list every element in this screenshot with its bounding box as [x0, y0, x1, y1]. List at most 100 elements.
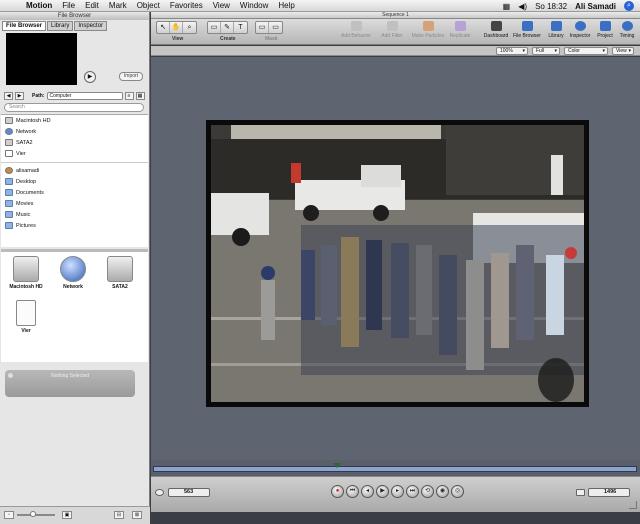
step-back-button[interactable]: ◂ [361, 485, 374, 498]
timing-button[interactable]: Timing [616, 21, 638, 39]
back-button[interactable]: ◀ [4, 92, 13, 100]
path-select[interactable]: Computer [46, 92, 123, 100]
grid-item-sata2[interactable]: SATA2 [97, 254, 143, 296]
zoom-in-button[interactable]: ▣ [62, 511, 72, 519]
preview-play-button[interactable]: ▶ [84, 71, 96, 83]
mask-tool-group: ▭ ▭ [255, 21, 283, 34]
timeline-track-bar[interactable] [153, 466, 637, 472]
forward-button[interactable]: ▶ [15, 92, 24, 100]
menu-help[interactable]: Help [278, 1, 294, 10]
end-frame-icon[interactable] [576, 489, 585, 496]
list-item-desktop[interactable]: Desktop [1, 176, 148, 187]
create-group-label: Create [220, 36, 236, 42]
import-button[interactable]: Import [119, 72, 143, 81]
make-particles-button[interactable]: Make Particles [409, 21, 447, 39]
resize-handle[interactable] [629, 501, 637, 509]
icon-grid: Macintosh HD Network SATA2 Vier [1, 252, 148, 362]
menu-motion[interactable]: Motion [26, 1, 52, 10]
list-item-music[interactable]: Music [1, 209, 148, 220]
timing-clock-icon [621, 21, 633, 31]
view-select[interactable]: View [612, 47, 634, 55]
mute-button[interactable]: ◎ [451, 485, 464, 498]
project-button[interactable]: Project [594, 21, 616, 39]
sequence-title: Sequence 1 [151, 12, 640, 19]
pan-hand-icon[interactable]: ✋ [170, 22, 183, 33]
list-item-pictures[interactable]: Pictures [1, 220, 148, 231]
grid-item-macintosh-hd[interactable]: Macintosh HD [3, 254, 49, 296]
tab-file-browser[interactable]: File Browser [2, 21, 47, 31]
menu-window[interactable]: Window [240, 1, 268, 10]
tab-inspector[interactable]: Inspector [74, 21, 108, 31]
select-arrow-icon[interactable]: ↖ [157, 22, 170, 33]
play-button[interactable]: ▶ [376, 485, 389, 498]
add-filter-button[interactable]: Add Filter [377, 21, 407, 39]
list-item-macintosh-hd[interactable]: Macintosh HD [1, 115, 148, 126]
list-item-sata2[interactable]: SATA2 [1, 137, 148, 148]
add-behavior-button[interactable]: Add Behavior [339, 21, 373, 39]
replicate-button[interactable]: Replicate [447, 21, 473, 39]
text-tool-icon[interactable]: T [234, 22, 247, 33]
menu-mark[interactable]: Mark [109, 1, 127, 10]
canvas-area[interactable] [151, 57, 640, 460]
tab-library[interactable]: Library [47, 21, 74, 31]
volume-icon[interactable]: ◀) [518, 2, 527, 11]
icon-view-button[interactable]: ▦ [135, 92, 145, 100]
folder-icon [5, 189, 13, 196]
playhead[interactable] [333, 463, 341, 468]
library-button[interactable]: Library [545, 21, 567, 39]
zoom-out-button[interactable]: ▫ [4, 511, 14, 519]
grid-item-network[interactable]: Network [50, 254, 96, 296]
rect-mask-icon[interactable]: ▭ [256, 22, 269, 33]
thumbnail-size-slider[interactable] [17, 514, 55, 516]
menu-favorites[interactable]: Favorites [170, 1, 203, 10]
new-folder-button[interactable]: ⊟ [114, 511, 124, 519]
menu-object[interactable]: Object [137, 1, 160, 10]
list-view-button[interactable]: ≡ [124, 92, 134, 100]
home-icon [5, 167, 13, 174]
bezier-mask-icon[interactable]: ▭ [269, 22, 282, 33]
search-input[interactable]: Search [4, 103, 144, 112]
grid-item-vier[interactable]: Vier [3, 298, 49, 340]
delete-button[interactable]: ⊠ [132, 511, 142, 519]
channel-select[interactable]: Color [564, 47, 608, 55]
loop-button[interactable]: ⟲ [421, 485, 434, 498]
file-list: Macintosh HD Network SATA2 Vier alisamad… [1, 114, 148, 247]
go-to-end-button[interactable]: ⏭ [406, 485, 419, 498]
view-tool-group: ↖ ✋ ⌕ [156, 21, 197, 34]
bezier-tool-icon[interactable]: ✎ [221, 22, 234, 33]
folder-icon [5, 211, 13, 218]
end-frame-field[interactable]: 1496 [588, 488, 630, 497]
step-forward-button[interactable]: ▸ [391, 485, 404, 498]
zoom-level-select[interactable]: 100% [496, 47, 528, 55]
mini-timeline[interactable] [151, 460, 640, 476]
rectangle-tool-icon[interactable]: ▭ [208, 22, 221, 33]
transport-bar: 563 ● ⏮ ◂ ▶ ▸ ⏭ ⟲ ◉ ◎ 1496 [151, 476, 640, 512]
menu-edit[interactable]: Edit [85, 1, 99, 10]
dashboard-button[interactable]: Dashboard [481, 21, 511, 39]
menu-file[interactable]: File [62, 1, 75, 10]
current-frame-field[interactable]: 563 [168, 488, 210, 497]
list-item-movies[interactable]: Movies [1, 198, 148, 209]
timecode-clock-icon[interactable] [155, 489, 164, 496]
record-button[interactable]: ● [331, 485, 344, 498]
go-to-start-button[interactable]: ⏮ [346, 485, 359, 498]
file-browser-title: File Browser [0, 12, 149, 20]
audio-button[interactable]: ◉ [436, 485, 449, 498]
spotlight-icon[interactable]: ⌕ [624, 1, 634, 11]
menu-view[interactable]: View [213, 1, 230, 10]
canvas-options-bar: 100% Full Color View [151, 46, 640, 56]
list-item-documents[interactable]: Documents [1, 187, 148, 198]
network-globe-icon [60, 256, 86, 282]
list-item-home[interactable]: alisamadi [1, 165, 148, 176]
list-item-vier[interactable]: Vier [1, 148, 148, 159]
file-browser-button[interactable]: File Browser [511, 21, 543, 39]
zoom-magnifier-icon[interactable]: ⌕ [183, 22, 196, 33]
input-menu-icon[interactable]: ▦ [503, 2, 511, 11]
list-separator [1, 159, 148, 163]
list-item-network[interactable]: Network [1, 126, 148, 137]
user-name[interactable]: Ali Samadi [575, 2, 616, 11]
clock[interactable]: So 18:32 [535, 2, 567, 11]
inspector-button[interactable]: Inspector [568, 21, 592, 39]
resolution-select[interactable]: Full [532, 47, 560, 55]
video-frame[interactable] [206, 120, 589, 407]
